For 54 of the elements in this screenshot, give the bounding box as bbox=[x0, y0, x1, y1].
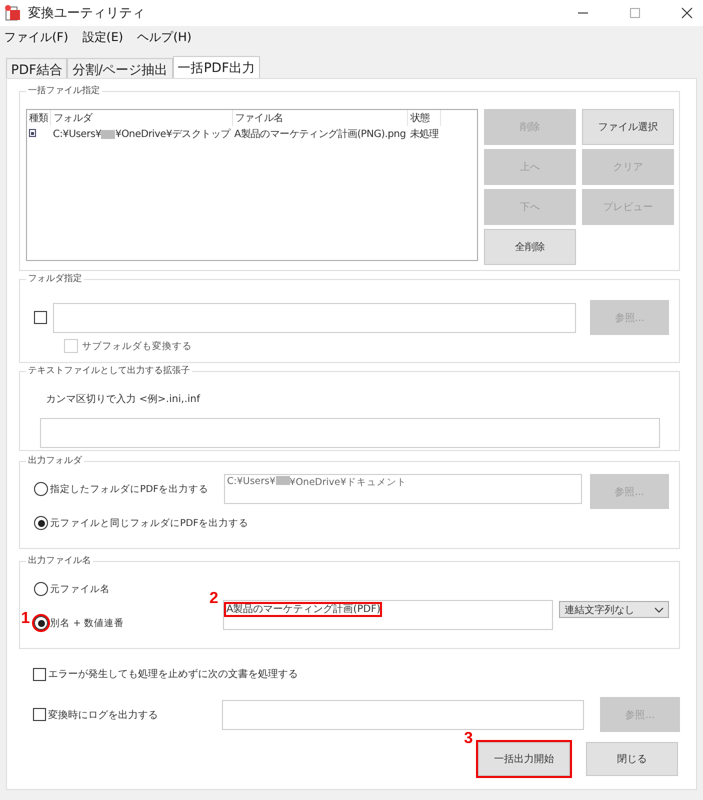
close-icon[interactable] bbox=[681, 7, 693, 19]
callout-number: 1 bbox=[21, 610, 30, 628]
table-cell: 未処理 bbox=[408, 126, 441, 142]
column-header[interactable]: 状態 bbox=[408, 110, 441, 126]
group-title: フォルダ指定 bbox=[26, 273, 84, 285]
menu-item[interactable]: 設定(E) bbox=[82, 28, 124, 46]
radio-label: 指定したフォルダにPDFを出力する bbox=[50, 482, 209, 496]
group-title: 出力ファイル名 bbox=[26, 555, 93, 567]
group-title: テキストファイルとして出力する拡張子 bbox=[26, 365, 192, 377]
close-button[interactable]: 閉じる bbox=[586, 742, 678, 776]
column-header[interactable]: ファイル名 bbox=[232, 110, 408, 126]
menu-item[interactable]: ヘルプ(H) bbox=[137, 28, 192, 46]
checkbox-label: 変換時にログを出力する bbox=[48, 708, 159, 722]
extension-field[interactable] bbox=[40, 418, 660, 448]
checkbox[interactable] bbox=[33, 708, 46, 721]
tab[interactable]: 分割/ページ抽出 bbox=[67, 58, 173, 78]
radio-button[interactable] bbox=[34, 516, 48, 530]
folder-field[interactable] bbox=[53, 302, 576, 332]
radio-button[interactable] bbox=[34, 582, 48, 596]
column-header[interactable]: 種類 bbox=[27, 110, 51, 126]
list-button[interactable]: ファイル選択 bbox=[582, 109, 674, 145]
radio-button[interactable] bbox=[34, 616, 48, 630]
chevron-icon bbox=[654, 606, 664, 612]
callout-number: 3 bbox=[464, 730, 473, 748]
separator-dropdown[interactable]: 連結文字列なし bbox=[559, 601, 669, 618]
hint-text: カンマ区切りで入力 <例>.ini,.inf bbox=[46, 392, 202, 406]
checkbox[interactable] bbox=[33, 668, 46, 680]
callout-number: 2 bbox=[209, 590, 218, 608]
radio-label: 別名 + 数値連番 bbox=[50, 616, 124, 630]
table-cell: C:¥Users¥ bbox=[52, 128, 102, 140]
list-button[interactable]: 全削除 bbox=[484, 229, 576, 265]
column-header[interactable]: フォルダ bbox=[50, 110, 232, 126]
app-icon bbox=[4, 4, 22, 22]
checkbox-label: エラーが発生しても処理を止めずに次の文書を処理する bbox=[48, 668, 298, 681]
group-title: 出力フォルダ bbox=[26, 455, 84, 467]
radio-label: 元ファイルと同じフォルダにPDFを出力する bbox=[50, 516, 249, 530]
start-button[interactable]: 一括出力開始 bbox=[478, 742, 570, 776]
table-cell: A製品のマーケティング計画(PNG).png bbox=[232, 126, 408, 142]
radio-label: 元ファイル名 bbox=[50, 582, 110, 596]
menu-item[interactable]: ファイル(F) bbox=[4, 28, 68, 46]
tab[interactable]: 一括PDF出力 bbox=[172, 56, 260, 78]
output-folder-field[interactable]: C:¥Users¥ ¥OneDrive¥ドキュメント bbox=[224, 474, 582, 504]
file-icon bbox=[29, 128, 36, 136]
radio-button[interactable] bbox=[34, 482, 48, 496]
log-field[interactable] bbox=[222, 700, 584, 730]
tab[interactable]: PDF結合 bbox=[6, 58, 68, 78]
table-cell-text: ¥OneDrive¥デスクトップ bbox=[115, 128, 230, 141]
redaction-mark bbox=[101, 130, 116, 138]
file-list[interactable]: 種類 フォルダ ファイル名 状態 C:¥Users¥ ¥OneDrive¥デスクトップ A製品のマーケティング計画(PNG).png 未処理 bbox=[26, 109, 478, 261]
checkbox[interactable] bbox=[34, 311, 47, 324]
window-title: 変換ユーティリティ bbox=[28, 5, 145, 22]
checkbox-label: サブフォルダも変換する bbox=[82, 340, 192, 352]
group-title: 一括ファイル指定 bbox=[26, 85, 102, 97]
file-name-field[interactable]: A製品のマーケティング計画(PDF) bbox=[223, 600, 554, 630]
